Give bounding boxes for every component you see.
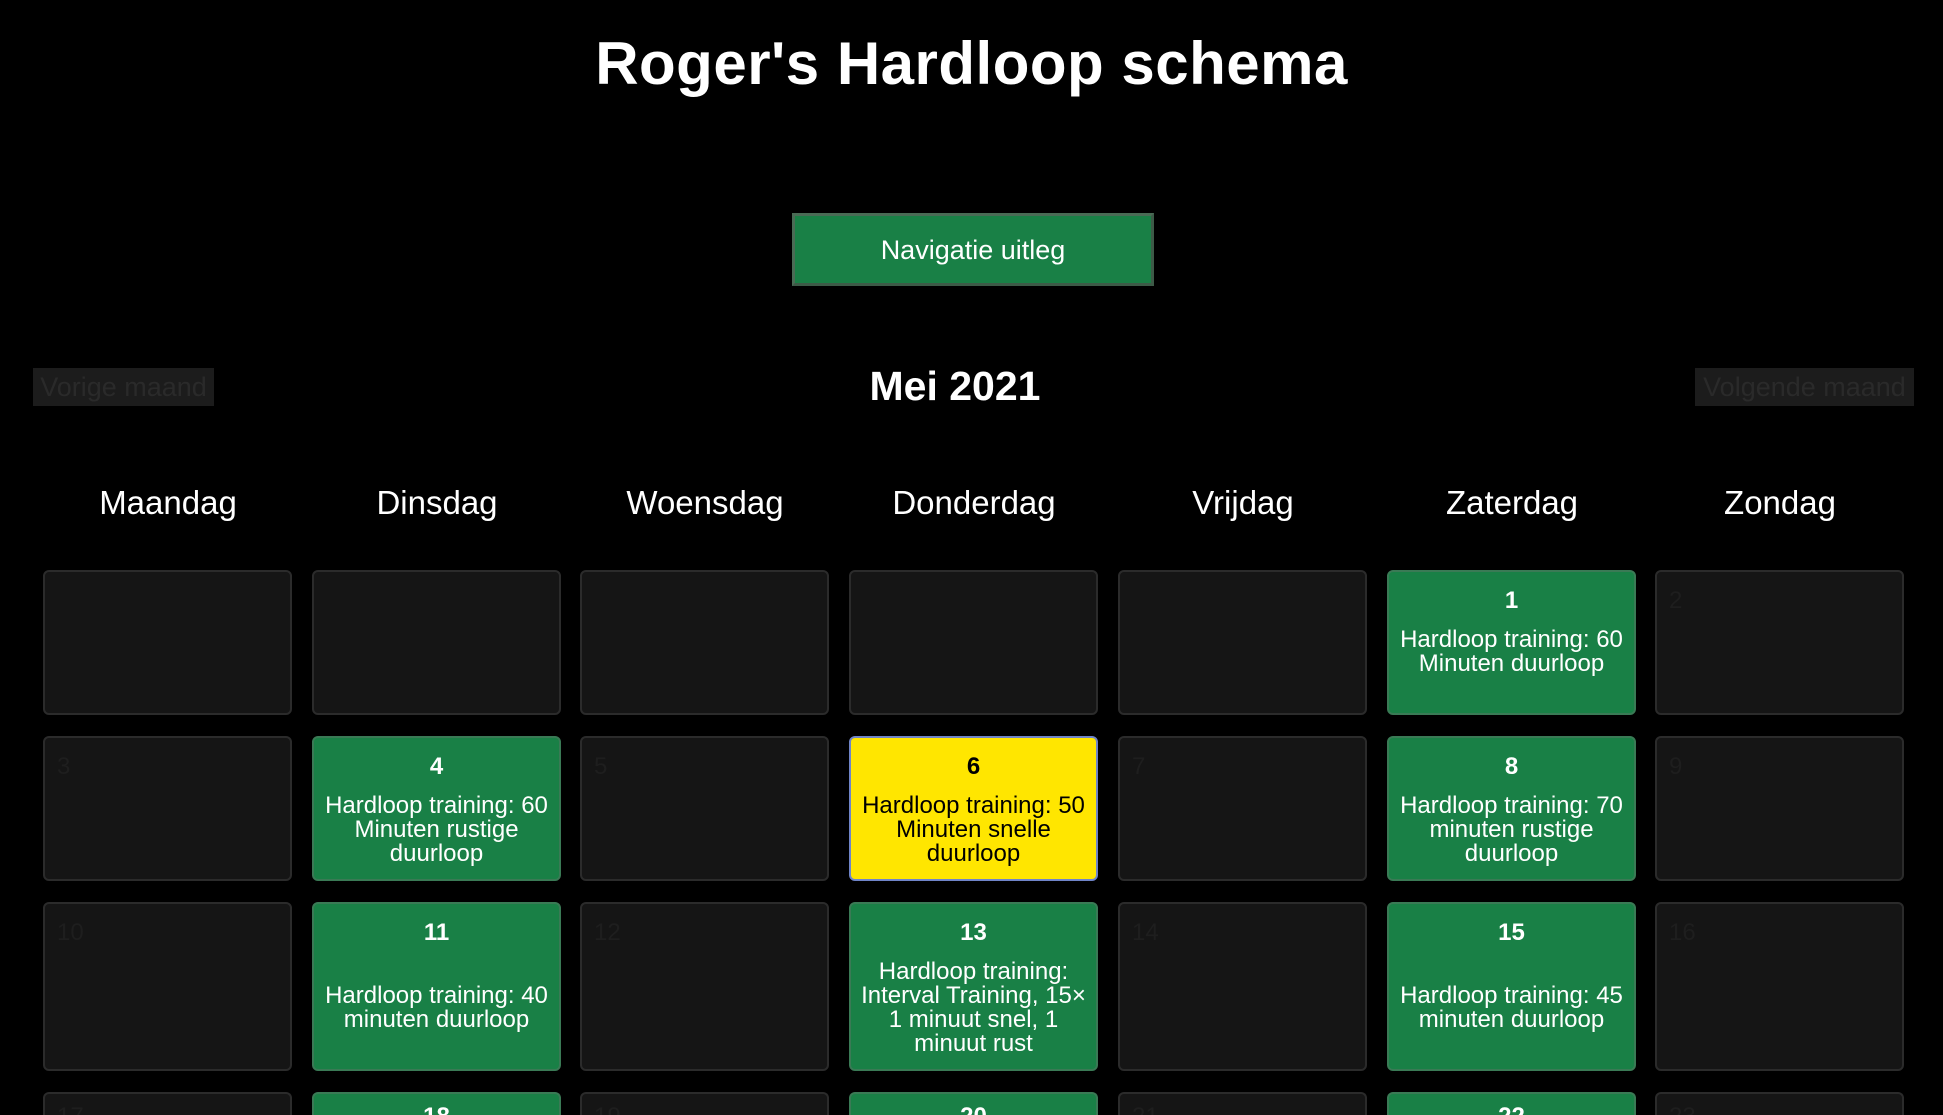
calendar-day-11[interactable]: 11 Hardloop training: 40 minuten duurloo… <box>312 902 561 1071</box>
month-title: Mei 2021 <box>869 363 1041 409</box>
training-event: Hardloop training: 60 Minuten rustige du… <box>325 792 548 867</box>
calendar-day-7[interactable]: 7 <box>1118 736 1367 881</box>
training-event: Hardloop training: Interval Training, 15… <box>861 958 1086 1057</box>
day-number: 6 <box>966 753 981 780</box>
day-number: 19 <box>582 1094 827 1115</box>
calendar-day-1[interactable]: 1 Hardloop training: 60 Minuten duurloop <box>1387 570 1636 715</box>
navigation-help-button[interactable]: Navigatie uitleg <box>792 213 1154 286</box>
calendar-day-5[interactable]: 5 <box>580 736 829 881</box>
calendar-day-9[interactable]: 9 <box>1655 736 1904 881</box>
day-number: 17 <box>45 1094 290 1115</box>
calendar-day-16[interactable]: 16 <box>1655 902 1904 1071</box>
day-number: 4 <box>429 753 444 780</box>
training-event: Hardloop training: 45 minuten duurloop <box>1400 982 1623 1033</box>
day-number: 10 <box>57 919 84 946</box>
day-number: 22 <box>1389 1094 1634 1115</box>
day-number: 18 <box>314 1094 559 1115</box>
training-event: Hardloop training: 60 Minuten duurloop <box>1400 626 1623 677</box>
weekday-thursday: Donderdag <box>892 484 1056 521</box>
calendar-day-6-today[interactable]: 6 Hardloop training: 50 Minuten snelle d… <box>849 736 1098 881</box>
day-number: 7 <box>1132 753 1146 780</box>
day-number: 9 <box>1669 753 1683 780</box>
day-number: 12 <box>594 919 621 946</box>
day-number: 3 <box>57 753 71 780</box>
day-number: 13 <box>960 919 987 946</box>
training-event: Hardloop training: 40 minuten duurloop <box>325 982 548 1033</box>
calendar-day-22[interactable]: 22 <box>1387 1092 1636 1115</box>
weekday-wednesday: Woensdag <box>626 484 784 521</box>
day-number: 5 <box>594 753 608 780</box>
weekday-header-row: Maandag Dinsdag Woensdag Donderdag Vrijd… <box>0 478 1943 528</box>
calendar-day-19[interactable]: 19 <box>580 1092 829 1115</box>
next-month-button[interactable]: Volgende maand <box>1695 368 1914 406</box>
training-event: Hardloop training: 70 minuten rustige du… <box>1400 792 1623 867</box>
day-number: 20 <box>851 1094 1096 1115</box>
calendar-day-2[interactable]: 2 <box>1655 570 1904 715</box>
calendar-day-21[interactable]: 21 <box>1118 1092 1367 1115</box>
calendar-day-13[interactable]: 13 Hardloop training: Interval Training,… <box>849 902 1098 1071</box>
calendar-day-3[interactable]: 3 <box>43 736 292 881</box>
day-number: 14 <box>1132 919 1159 946</box>
calendar-cell-blank <box>312 570 561 715</box>
day-number: 8 <box>1504 753 1519 780</box>
calendar-day-12[interactable]: 12 <box>580 902 829 1071</box>
calendar-day-17[interactable]: 17 <box>43 1092 292 1115</box>
calendar-day-18[interactable]: 18 <box>312 1092 561 1115</box>
calendar-day-23[interactable]: 23 <box>1655 1092 1904 1115</box>
calendar-day-20[interactable]: 20 <box>849 1092 1098 1115</box>
calendar-cell-blank <box>1118 570 1367 715</box>
weekday-monday: Maandag <box>99 484 237 521</box>
day-number: 1 <box>1504 587 1519 614</box>
day-number: 21 <box>1120 1094 1365 1115</box>
page: Roger's Hardloop schema Navigatie uitleg… <box>0 0 1943 1115</box>
calendar-day-10[interactable]: 10 <box>43 902 292 1071</box>
weekday-sunday: Zondag <box>1724 484 1836 521</box>
page-title: Roger's Hardloop schema <box>595 30 1348 97</box>
calendar-day-8[interactable]: 8 Hardloop training: 70 minuten rustige … <box>1387 736 1636 881</box>
calendar-day-14[interactable]: 14 <box>1118 902 1367 1071</box>
day-number: 16 <box>1669 919 1696 946</box>
day-number: 2 <box>1669 587 1683 614</box>
training-event: Hardloop training: 50 Minuten snelle duu… <box>862 792 1085 867</box>
day-number: 15 <box>1498 919 1525 946</box>
calendar-day-15[interactable]: 15 Hardloop training: 45 minuten duurloo… <box>1387 902 1636 1071</box>
calendar-day-4[interactable]: 4 Hardloop training: 60 Minuten rustige … <box>312 736 561 881</box>
weekday-friday: Vrijdag <box>1192 484 1294 521</box>
weekday-tuesday: Dinsdag <box>376 484 498 521</box>
day-number: 11 <box>423 919 450 946</box>
day-number: 23 <box>1657 1094 1902 1115</box>
weekday-saturday: Zaterdag <box>1445 484 1579 521</box>
calendar-cell-blank <box>849 570 1098 715</box>
calendar-cell-blank <box>580 570 829 715</box>
calendar-cell-blank <box>43 570 292 715</box>
